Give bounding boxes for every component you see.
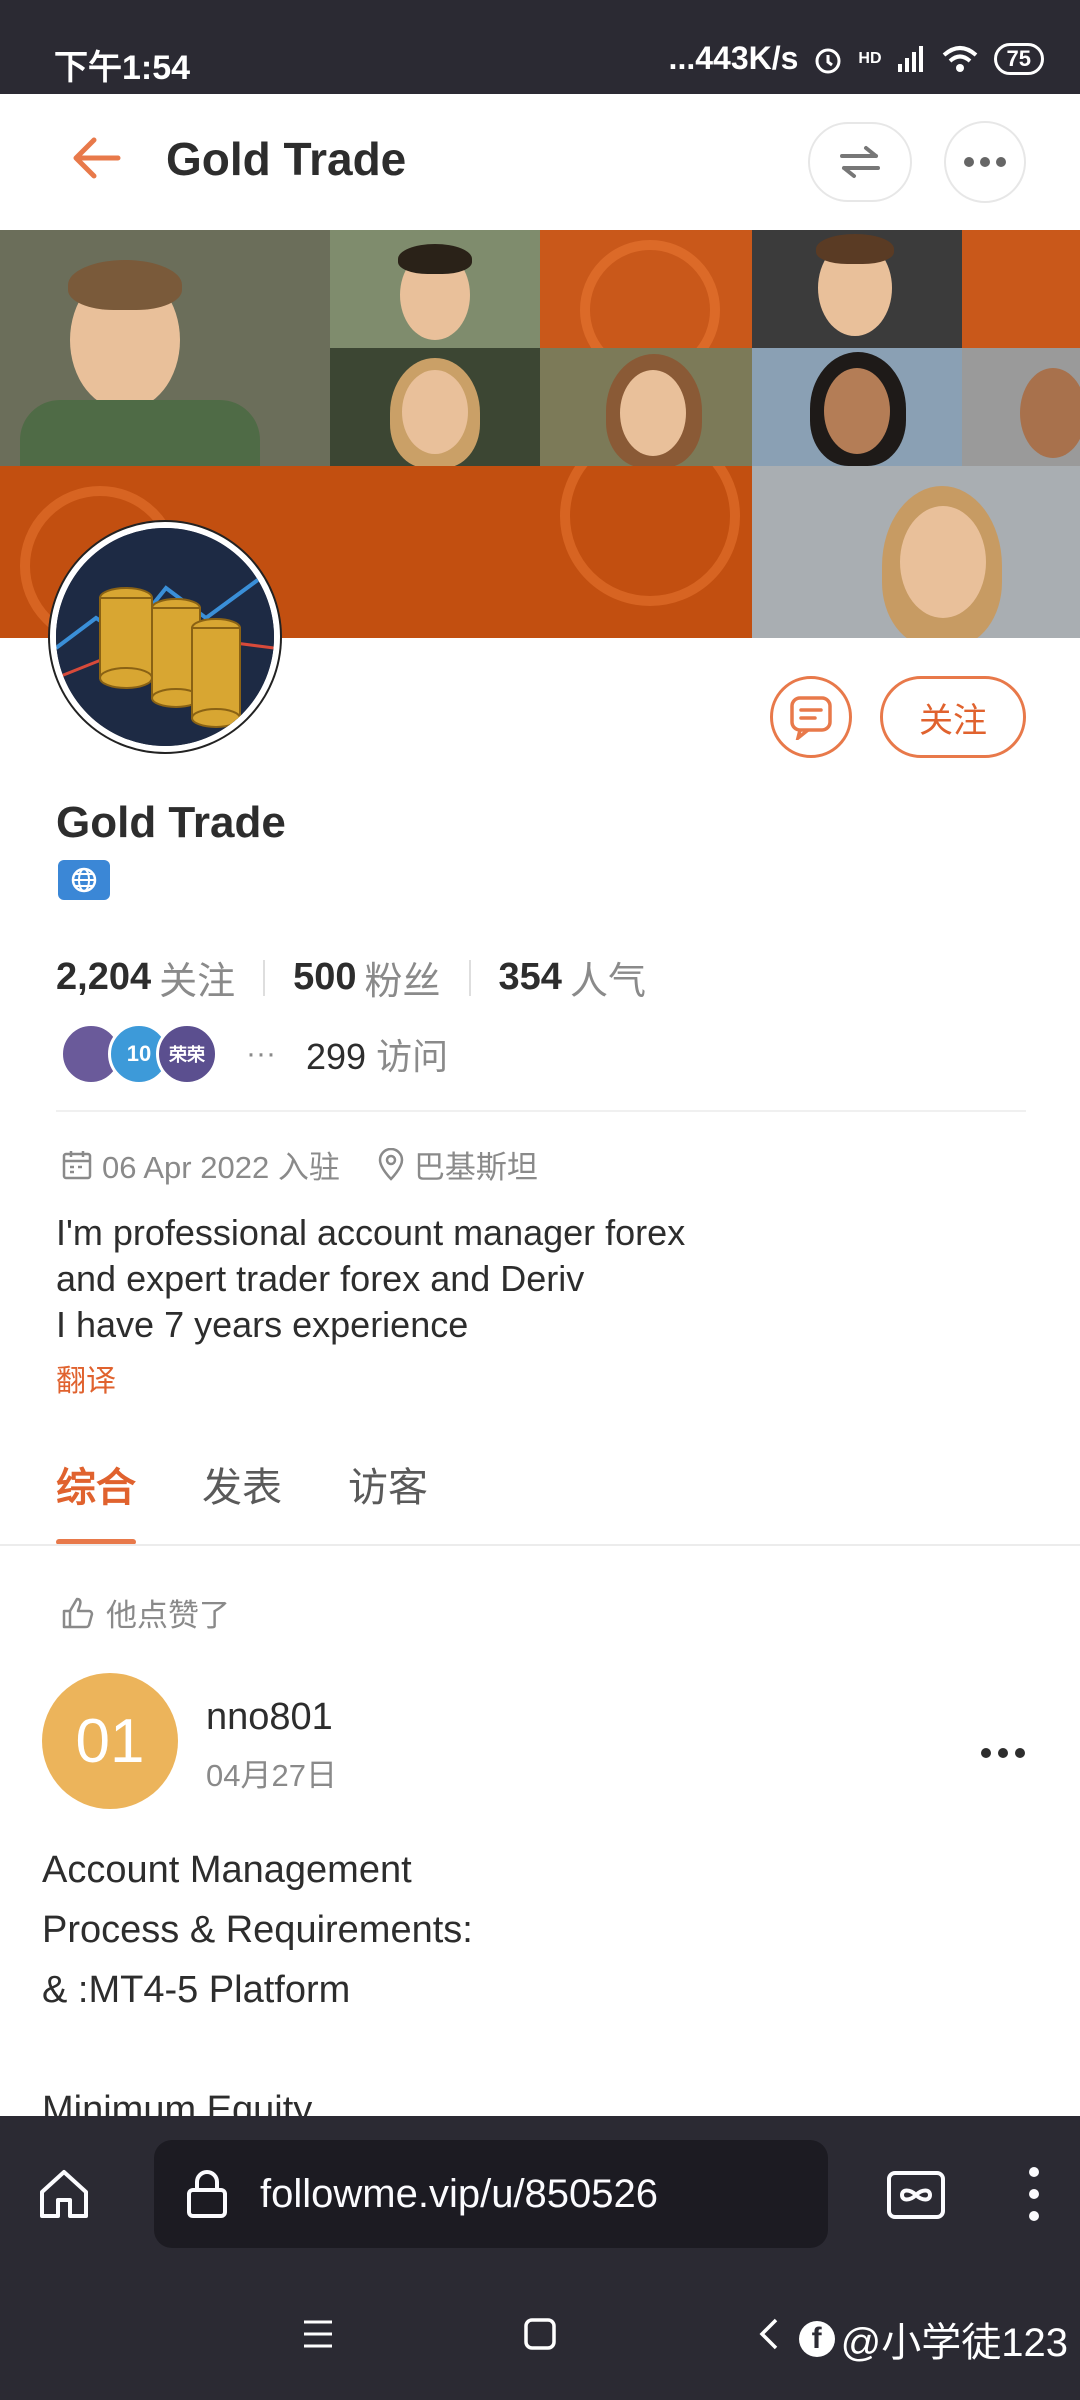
- browser-menu-icon[interactable]: [1024, 2166, 1044, 2222]
- post-author-name[interactable]: nno801: [206, 1696, 333, 1739]
- wifi-icon: [942, 45, 977, 72]
- globe-icon: [71, 867, 97, 893]
- reader-mode-icon[interactable]: [886, 2170, 946, 2220]
- alarm-icon: [815, 48, 841, 73]
- facebook-icon: f: [798, 2321, 835, 2357]
- visitor-avatar[interactable]: 荣荣: [156, 1023, 218, 1085]
- network-speed: ...443K/s: [668, 40, 799, 76]
- post-date: 04月27日: [206, 1758, 337, 1793]
- bio-line: and expert trader forex and Deriv: [56, 1258, 585, 1299]
- visits-label: 访问: [376, 1036, 449, 1077]
- liked-text: 他点赞了: [106, 1598, 230, 1633]
- profile-name: Gold Trade: [56, 798, 286, 847]
- visits-count: 299 访问: [306, 1028, 448, 1080]
- profile-tabs: 综合 发表 访客: [56, 1455, 494, 1545]
- divider: [56, 1110, 1026, 1112]
- profile-meta: 06 Apr 2022 入驻 巴基斯坦: [60, 1142, 538, 1187]
- banner-photo-man-smile: [330, 230, 540, 348]
- post-line: Process & Requirements:: [42, 1909, 473, 1951]
- lock-icon: [187, 2170, 227, 2218]
- bio-line: I have 7 years experience: [56, 1304, 469, 1345]
- follow-button[interactable]: 关注: [880, 676, 1026, 758]
- signal-icon: [897, 45, 923, 72]
- following-count[interactable]: 2,204: [56, 956, 151, 999]
- back-nav-icon[interactable]: [756, 2316, 780, 2352]
- status-time: 下午1:54: [54, 49, 191, 87]
- followers-count[interactable]: 500: [293, 956, 356, 999]
- bio-line: I'm professional account manager forex: [56, 1212, 686, 1253]
- stats-divider: [263, 959, 266, 996]
- stats-divider: [468, 959, 471, 996]
- post-line: [42, 2020, 1042, 2080]
- popularity-label: 人气: [569, 961, 646, 1003]
- banner-photo-woman-glasses: [752, 348, 962, 466]
- globe-badge: [58, 860, 110, 900]
- swap-icon: [840, 146, 880, 178]
- visitors-ellipsis: ···: [246, 1037, 276, 1070]
- status-icons: ...443K/s HD 75: [669, 40, 1044, 77]
- banner-photo-woman-blonde: [330, 348, 540, 466]
- profile-stats: 2,204 关注 500 粉丝 354 人气: [56, 950, 646, 1005]
- more-dots-icon: [964, 157, 1006, 167]
- post-line: Account Management: [42, 1849, 412, 1891]
- tab-overview[interactable]: 综合: [56, 1455, 136, 1545]
- join-date: 06 Apr 2022 入驻: [102, 1150, 340, 1185]
- banner-orange-tile-2: [962, 230, 1080, 348]
- banner-photo-woman-brunette: [540, 348, 752, 466]
- watermark: f @小学徒123: [798, 2310, 1068, 2368]
- banner-orange-tile: [540, 230, 752, 348]
- home-icon[interactable]: [36, 2166, 92, 2222]
- status-bar: 下午1:54 ...443K/s HD 75: [0, 0, 1080, 94]
- location: 巴基斯坦: [413, 1150, 538, 1185]
- browser-toolbar: followme.vip/u/850526: [0, 2116, 1080, 2286]
- recents-menu-icon[interactable]: [300, 2318, 336, 2350]
- banner-photo-man-glasses: [0, 230, 330, 466]
- message-button[interactable]: [770, 676, 852, 758]
- system-nav-bar: f @小学徒123: [0, 2286, 1080, 2400]
- following-label[interactable]: 关注: [159, 950, 235, 1005]
- post-author-avatar[interactable]: 01: [42, 1673, 178, 1809]
- url-text[interactable]: followme.vip/u/850526: [260, 2172, 658, 2217]
- more-options-button[interactable]: [944, 121, 1026, 203]
- translate-link[interactable]: 翻译: [56, 1356, 116, 1400]
- location-pin-icon: [378, 1147, 404, 1181]
- followers-label[interactable]: 粉丝: [365, 950, 441, 1005]
- watermark-text: @小学徒123: [840, 2321, 1068, 2365]
- post-more-button[interactable]: [980, 1720, 1026, 1770]
- profile-avatar[interactable]: [50, 522, 280, 752]
- post-line: & :MT4-5 Platform: [42, 1969, 351, 2011]
- gold-coins-image: [56, 528, 274, 746]
- banner-photo-man-beard: [752, 230, 962, 348]
- profile-bio: I'm professional account manager forex a…: [56, 1210, 1036, 1348]
- back-arrow-icon[interactable]: [68, 130, 124, 186]
- tab-visitors[interactable]: 访客: [348, 1455, 428, 1545]
- tab-posts[interactable]: 发表: [202, 1455, 282, 1545]
- page-title: Gold Trade: [166, 133, 407, 185]
- app-header: Gold Trade: [0, 94, 1080, 230]
- tab-divider: [0, 1544, 1080, 1546]
- recent-visitors[interactable]: 10 荣荣 ··· 299 访问: [60, 1023, 448, 1085]
- home-nav-icon[interactable]: [522, 2316, 558, 2352]
- url-bar[interactable]: followme.vip/u/850526: [154, 2140, 828, 2248]
- battery-indicator: 75: [993, 42, 1044, 75]
- thumbs-up-icon: [62, 1597, 94, 1628]
- switch-button[interactable]: [808, 122, 912, 202]
- popularity-count: 354: [498, 956, 562, 998]
- post-body[interactable]: Account Management Process & Requirement…: [42, 1840, 1042, 2140]
- more-dots-icon: [981, 1748, 1025, 1758]
- banner-photo-man-laughing: [962, 348, 1080, 466]
- banner-photo-woman-smiling: [752, 466, 1080, 638]
- visits-number: 299: [305, 1036, 367, 1077]
- hd-label: HD: [858, 49, 882, 67]
- chat-icon: [790, 696, 832, 740]
- calendar-icon: [62, 1150, 92, 1179]
- activity-label: 他点赞了: [60, 1590, 230, 1635]
